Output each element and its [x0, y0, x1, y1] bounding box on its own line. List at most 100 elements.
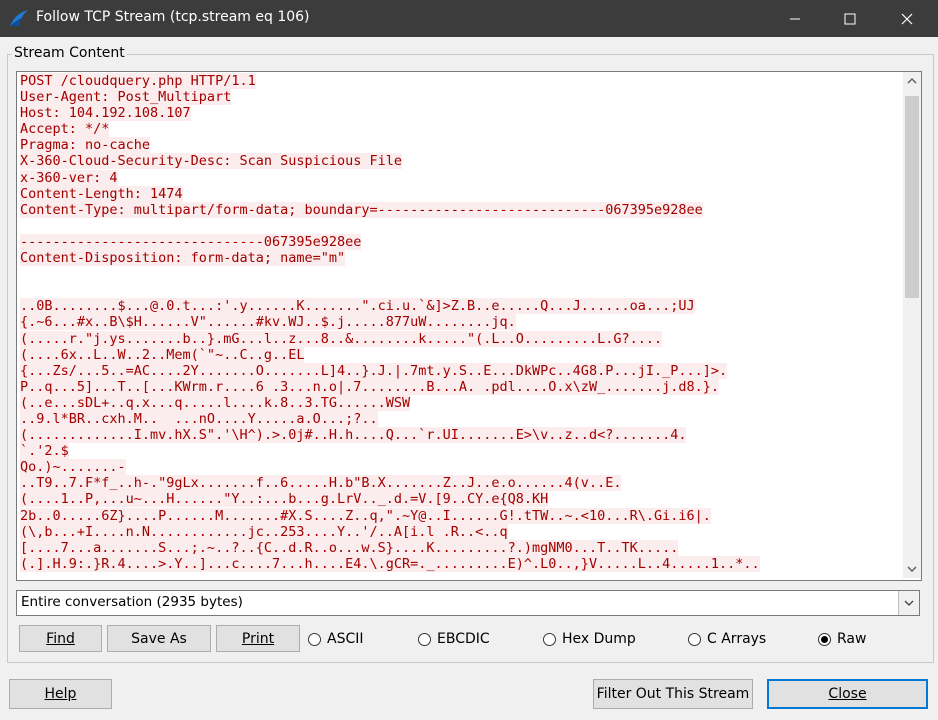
- find-button-label: Find: [46, 630, 75, 647]
- format-radio-c-arrays[interactable]: C Arrays: [688, 630, 766, 648]
- format-label: Hex Dump: [562, 631, 636, 647]
- stream-line-text: POST /cloudquery.php HTTP/1.1: [20, 73, 256, 89]
- stream-line-text: (....1..P,...u~...H......"Y..:...b...g.L…: [20, 491, 549, 508]
- stream-line: User-Agent: Post_Multipart: [20, 89, 900, 106]
- stream-line: `.'2.$: [20, 443, 900, 460]
- wireshark-fin-icon: [10, 10, 28, 26]
- stream-line: (.....r."j.ys.......b..}.mG...l..z...8..…: [20, 330, 900, 347]
- close-button-label: Close: [828, 686, 867, 702]
- stream-content-label: Stream Content: [12, 45, 127, 61]
- print-button-label: Print: [241, 630, 275, 647]
- format-label: ASCII: [327, 631, 364, 647]
- stream-line: X-360-Cloud-Security-Desc: Scan Suspicio…: [20, 153, 900, 170]
- scroll-up-button[interactable]: [903, 72, 921, 90]
- stream-line: POST /cloudquery.php HTTP/1.1: [20, 73, 900, 89]
- conversation-select[interactable]: Entire conversation (2935 bytes): [16, 590, 920, 616]
- close-window-button[interactable]: [884, 0, 930, 37]
- save-as-button[interactable]: Save As: [107, 625, 211, 652]
- stream-line-text: Content-Length: 1474: [20, 185, 183, 202]
- stream-line: Pragma: no-cache: [20, 137, 900, 154]
- filter-out-stream-button[interactable]: Filter Out This Stream: [593, 679, 753, 709]
- close-button[interactable]: Close: [767, 679, 928, 709]
- title-bar: Follow TCP Stream (tcp.stream eq 106): [0, 0, 938, 37]
- print-button[interactable]: Print: [216, 625, 300, 652]
- stream-line-text: x-360-ver: 4: [20, 169, 118, 186]
- stream-line-text: `.'2.$: [20, 443, 69, 460]
- format-label: C Arrays: [707, 631, 767, 647]
- radio-circle: [308, 632, 321, 646]
- stream-line: [20, 218, 900, 234]
- stream-line: (\,b...+I....n.N............jc..253....Y…: [20, 523, 900, 540]
- help-button-label: Help: [44, 686, 77, 702]
- stream-line: [....7...a.......S...;.~..?..{C..d.R..o.…: [20, 539, 900, 556]
- radio-circle: [688, 632, 701, 646]
- stream-line: [20, 282, 900, 298]
- stream-text-area[interactable]: POST /cloudquery.php HTTP/1.1 User-Agent:…: [16, 71, 922, 581]
- chevron-up-icon: [907, 77, 917, 84]
- radio-dot: [821, 635, 828, 643]
- close-icon: [901, 13, 913, 24]
- stream-line: ..9.l*BR..cxh.M.. ...nO....Y.....a.O...;…: [20, 410, 900, 427]
- stream-line: P..q...5]...T..[...KWrm.r....6 .3...n.o|…: [20, 378, 900, 395]
- format-radio-ebcdic[interactable]: EBCDIC: [418, 630, 490, 648]
- find-button[interactable]: Find: [19, 625, 102, 652]
- stream-line-text: X-360-Cloud-Security-Desc: Scan Suspicio…: [20, 153, 403, 170]
- stream-line: (..e...sDL+..q.x...q.....l....k.8..3.TG.…: [20, 394, 900, 411]
- stream-line: Content-Type: multipart/form-data; bound…: [20, 201, 900, 218]
- stream-line-text: 2b..0.....6Z}....P......M.......#X.S....…: [20, 507, 711, 524]
- radio-circle: [418, 632, 431, 646]
- stream-line-text: ------------------------------067395e928…: [20, 233, 362, 250]
- stream-line: Content-Disposition: form-data; name="m": [20, 250, 900, 267]
- format-radio-ascii[interactable]: ASCII: [308, 630, 364, 648]
- radio-circle: [543, 632, 556, 646]
- stream-line-text: {...Zs/...5..=AC....2Y.......O.......L]4…: [20, 362, 728, 379]
- stream-line: (....6x..L..W..2..Mem(`"~..C..g..EL: [20, 346, 900, 363]
- stream-line-text: (.].H.9:.}R.4....>.Y..]...c....7...h....…: [20, 555, 760, 572]
- minimize-icon: [790, 18, 800, 19]
- save-as-button-label: Save As: [131, 630, 187, 647]
- vertical-scrollbar[interactable]: [903, 72, 921, 578]
- stream-line: ------------------------------067395e928…: [20, 233, 900, 250]
- scrollbar-thumb[interactable]: [905, 96, 919, 298]
- stream-line: 2b..0.....6Z}....P......M.......#X.S....…: [20, 507, 900, 524]
- stream-line: [20, 266, 900, 282]
- radio-circle: [818, 632, 831, 646]
- maximize-button[interactable]: [827, 0, 873, 37]
- minimize-button[interactable]: [772, 0, 818, 37]
- stream-line-text: ..9.l*BR..cxh.M.. ...nO....Y.....a.O...;…: [20, 410, 378, 427]
- conversation-dropdown-button[interactable]: [898, 591, 919, 615]
- stream-line-text: Host: 104.192.108.107: [20, 105, 191, 122]
- stream-line: Host: 104.192.108.107: [20, 105, 900, 122]
- stream-line-text: Pragma: no-cache: [20, 137, 151, 154]
- stream-line: {.~6...#x..B\$H......V"......#kv.WJ..$.j…: [20, 314, 900, 331]
- stream-line-text: (.....r."j.ys.......b..}.mG...l..z...8..…: [20, 330, 663, 347]
- scroll-down-button[interactable]: [903, 560, 921, 578]
- window-title: Follow TCP Stream (tcp.stream eq 106): [36, 9, 310, 25]
- stream-line-text: {.~6...#x..B\$H......V"......#kv.WJ..$.j…: [20, 314, 516, 331]
- stream-line: (.].H.9:.}R.4....>.Y..]...c....7...h....…: [20, 555, 900, 572]
- stream-line: {...Zs/...5..=AC....2Y.......O.......L]4…: [20, 362, 900, 379]
- stream-line: (.............I.mv.hX.S".'\H^).>.0j#..H.…: [20, 427, 900, 444]
- stream-line-text: [....7...a.......S...;.~..?..{C..d.R..o.…: [20, 539, 679, 556]
- help-button[interactable]: Help: [9, 679, 112, 709]
- stream-line-text: Content-Disposition: form-data; name="m": [20, 250, 346, 267]
- stream-line-text: Content-Type: multipart/form-data; bound…: [20, 201, 703, 218]
- stream-line: (....1..P,...u~...H......"Y..:...b...g.L…: [20, 491, 900, 508]
- stream-line-text: (.............I.mv.hX.S".'\H^).>.0j#..H.…: [20, 427, 687, 444]
- conversation-select-value: Entire conversation (2935 bytes): [21, 594, 243, 610]
- filter-out-stream-label: Filter Out This Stream: [596, 686, 750, 702]
- format-radio-hex-dump[interactable]: Hex Dump: [543, 630, 636, 648]
- format-radio-raw[interactable]: Raw: [818, 630, 866, 648]
- stream-line-text: Accept: */*: [20, 121, 110, 138]
- stream-line-text: User-Agent: Post_Multipart: [20, 89, 232, 106]
- stream-line-text: ..0B........$...@.0.t...:'.y......K.....…: [20, 298, 695, 315]
- maximize-icon: [844, 13, 856, 24]
- stream-line: Accept: */*: [20, 121, 900, 138]
- stream-line-text: (....6x..L..W..2..Mem(`"~..C..g..EL: [20, 346, 305, 363]
- format-label: Raw: [837, 631, 867, 647]
- stream-line: ..T9..7.F*f_..h-."9gLx.......f..6.....H.…: [20, 475, 900, 492]
- stream-text: POST /cloudquery.php HTTP/1.1 User-Agent:…: [20, 73, 900, 578]
- chevron-down-icon: [904, 600, 914, 606]
- stream-line-text: P..q...5]...T..[...KWrm.r....6 .3...n.o|…: [20, 378, 719, 395]
- stream-line-text: ..T9..7.F*f_..h-."9gLx.......f..6.....H.…: [20, 475, 622, 492]
